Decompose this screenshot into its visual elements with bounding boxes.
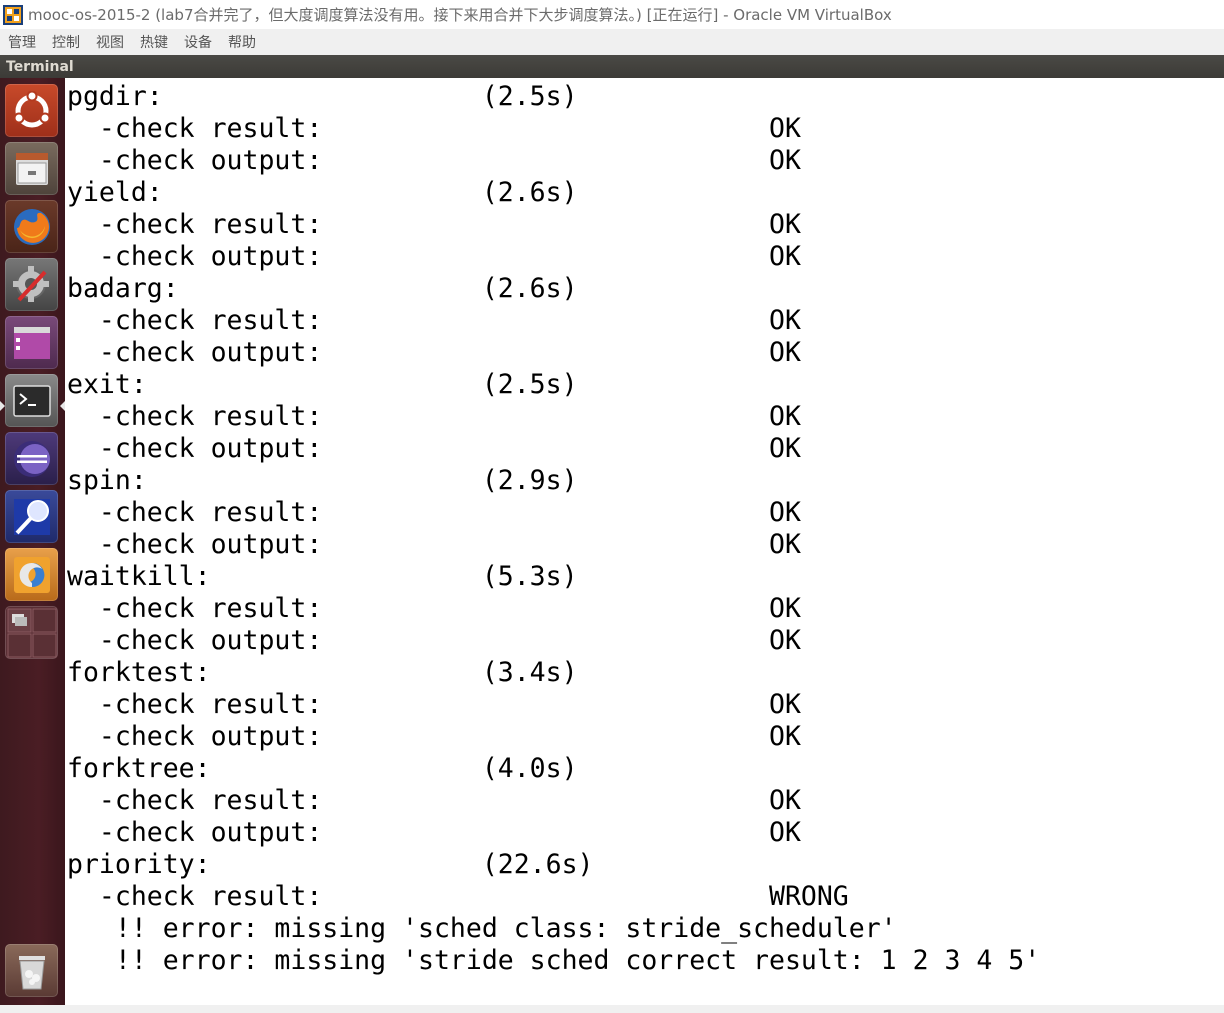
menu-view[interactable]: 视图 (88, 32, 132, 52)
menu-hotkeys[interactable]: 热键 (132, 32, 176, 52)
trash-icon (18, 955, 45, 989)
launcher-firefox[interactable] (5, 200, 58, 253)
terminal-line: !! error: missing 'stride sched correct … (67, 945, 1041, 976)
terminal-line: priority: (22.6s) (67, 849, 594, 880)
terminal-line: exit: (2.5s) (67, 369, 578, 400)
terminal-line: -check result: OK (67, 113, 801, 144)
terminal-line: -check output: OK (67, 433, 801, 464)
terminal-line: -check result: OK (67, 209, 801, 240)
terminal-line: !! error: missing 'sched class: stride_s… (67, 913, 897, 944)
eclipse-icon (13, 440, 50, 477)
menu-control[interactable]: 控制 (44, 32, 88, 52)
terminal-line: waitkill: (5.3s) (67, 561, 578, 592)
launcher-workspace-app[interactable] (5, 316, 58, 369)
terminal-line: -check output: OK (67, 721, 801, 752)
window-titlebar: mooc-os-2015-2 (lab7合并完了，但大度调度算法没有用。接下来用… (0, 0, 1224, 29)
guest-top-panel: Terminal (0, 55, 1224, 78)
terminal-line: forktree: (4.0s) (67, 753, 578, 784)
launcher-settings[interactable] (5, 258, 58, 311)
terminal-line: -check result: OK (67, 785, 801, 816)
terminal-line: -check output: OK (67, 337, 801, 368)
menu-manage[interactable]: 管理 (0, 32, 44, 52)
active-app-name: Terminal (6, 58, 74, 75)
terminal-line: -check output: OK (67, 529, 801, 560)
terminal-line: -check output: OK (67, 817, 801, 848)
menu-help[interactable]: 帮助 (220, 32, 264, 52)
workspace-app-icon (13, 326, 50, 359)
terminal-line: -check output: OK (67, 241, 801, 272)
window-title: mooc-os-2015-2 (lab7合并完了，但大度调度算法没有用。接下来用… (28, 6, 892, 24)
terminal-line: badarg: (2.6s) (67, 273, 578, 304)
terminal-line: -check output: OK (67, 625, 801, 656)
terminal-line: spin: (2.9s) (67, 465, 578, 496)
menubar: 管理 控制 视图 热键 设备 帮助 (0, 29, 1224, 55)
launcher-meld[interactable] (5, 548, 58, 601)
launcher-code-search[interactable] (5, 490, 58, 543)
terminal-line: yield: (2.6s) (67, 177, 578, 208)
terminal-line: -check result: OK (67, 497, 801, 528)
terminal-line: -check result: OK (67, 593, 801, 624)
meld-icon (13, 556, 50, 593)
ubuntu-dash-icon (13, 90, 50, 127)
firefox-icon (13, 208, 50, 245)
launcher-workspace-switcher[interactable] (5, 606, 58, 659)
code-search-icon (13, 498, 50, 535)
launcher-files[interactable] (5, 142, 58, 195)
terminal-line: -check output: OK (67, 145, 801, 176)
terminal-line: -check result: OK (67, 401, 801, 432)
virtualbox-icon (3, 4, 23, 25)
terminal-line: -check result: WRONG (67, 881, 849, 912)
files-icon (15, 152, 48, 185)
terminal-line: -check result: OK (67, 689, 801, 720)
terminal-output[interactable]: pgdir: (2.5s) -check result: OK -check o… (65, 78, 1224, 1005)
workspace-switcher-icon (7, 608, 56, 657)
terminal-line: -check result: OK (67, 305, 801, 336)
terminal-icon (12, 384, 51, 417)
unity-launcher (0, 78, 65, 1005)
launcher-trash[interactable] (5, 944, 58, 997)
menu-devices[interactable]: 设备 (176, 32, 220, 52)
terminal-line: pgdir: (2.5s) (67, 81, 578, 112)
launcher-terminal[interactable] (5, 374, 58, 427)
vm-status-strip (65, 1005, 1224, 1013)
launcher-eclipse[interactable] (5, 432, 58, 485)
system-settings-icon (12, 265, 49, 302)
launcher-dash[interactable] (5, 84, 58, 137)
terminal-line: forktest: (3.4s) (67, 657, 578, 688)
